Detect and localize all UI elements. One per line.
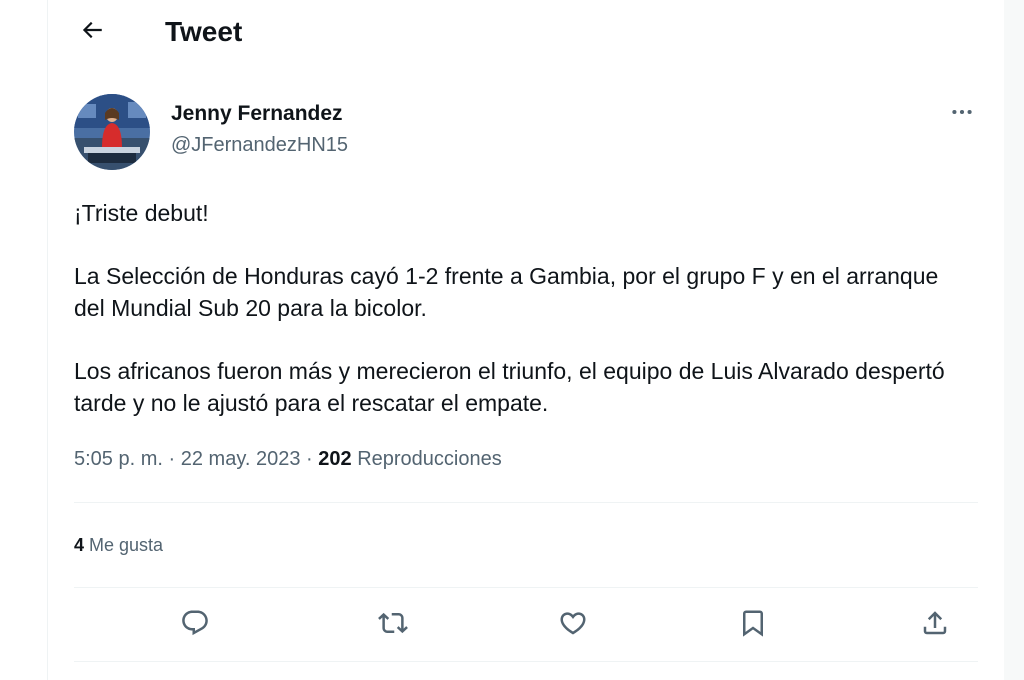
- likes-label: Me gusta: [89, 535, 164, 555]
- divider: [74, 661, 978, 662]
- share-button[interactable]: [914, 604, 956, 646]
- tweet-text: ¡Triste debut! La Selección de Honduras …: [74, 197, 974, 450]
- tweet-paragraph: La Selección de Honduras cayó 1-2 frente…: [74, 263, 939, 321]
- tweet-paragraph: ¡Triste debut!: [74, 200, 209, 226]
- views-label: Reproducciones: [357, 448, 502, 470]
- share-icon: [920, 608, 950, 643]
- tweet-page: Tweet Jenny Fernandez @JFernandezHN15 ¡T…: [0, 0, 1024, 680]
- tweet-time[interactable]: 5:05 p. m.: [74, 448, 163, 470]
- arrow-left-icon: [79, 17, 105, 48]
- page-header: Tweet: [48, 0, 1004, 66]
- meta-separator: ·: [168, 448, 176, 470]
- reply-button[interactable]: [174, 604, 216, 646]
- reply-icon: [180, 608, 210, 643]
- right-sidebar-edge: [1004, 0, 1024, 680]
- back-button[interactable]: [74, 14, 110, 50]
- bookmark-icon: [738, 608, 768, 643]
- bookmark-button[interactable]: [732, 604, 774, 646]
- more-dots-icon: [949, 99, 975, 130]
- author-handle[interactable]: @JFernandezHN15: [171, 131, 348, 159]
- author-name[interactable]: Jenny Fernandez: [171, 100, 343, 128]
- page-title: Tweet: [165, 16, 243, 47]
- divider: [74, 502, 978, 503]
- like-button[interactable]: [552, 604, 594, 646]
- tweet-actions: [74, 590, 978, 660]
- tweet-paragraph: Los africanos fueron más y merecieron el…: [74, 358, 945, 416]
- avatar[interactable]: [74, 94, 150, 170]
- tweet-date[interactable]: 22 may. 2023: [181, 448, 301, 470]
- heart-icon: [558, 608, 588, 643]
- retweet-button[interactable]: [372, 604, 414, 646]
- retweet-icon: [378, 608, 408, 643]
- tweet-meta: 5:05 p. m. · 22 may. 2023 · 202 Reproduc…: [74, 445, 502, 473]
- views-count: 202: [318, 448, 352, 470]
- likes-count: 4: [74, 535, 85, 555]
- likes-link[interactable]: 4 Me gusta: [74, 531, 163, 559]
- more-options-button[interactable]: [944, 98, 980, 130]
- meta-separator: ·: [306, 448, 313, 470]
- primary-column: Tweet Jenny Fernandez @JFernandezHN15 ¡T…: [47, 0, 1005, 680]
- divider: [74, 587, 978, 588]
